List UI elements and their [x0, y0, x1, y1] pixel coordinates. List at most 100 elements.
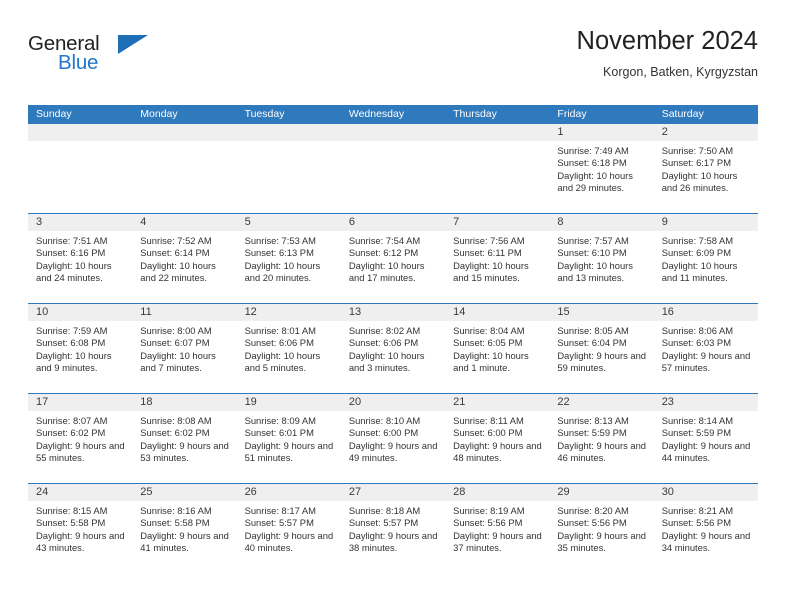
- day-details: Sunrise: 8:15 AM Sunset: 5:58 PM Daylight:…: [28, 501, 132, 555]
- daylight-text: Daylight: 10 hours and 17 minutes.: [348, 259, 425, 284]
- sunrise-text: Sunrise: 7:51 AM: [36, 235, 108, 246]
- day-details: Sunrise: 7:56 AM Sunset: 6:11 PM Daylight:…: [445, 231, 549, 285]
- calendar-day-cell[interactable]: 17 Sunrise: 8:07 AM Sunset: 6:02 PM Dayligh…: [28, 394, 133, 483]
- sunrise-text: Sunrise: 8:18 AM: [348, 505, 421, 516]
- sunset-text: Sunset: 6:00 PM: [453, 427, 523, 439]
- sunset-text: Sunset: 6:03 PM: [661, 337, 731, 349]
- day-details: Sunrise: 7:57 AM Sunset: 6:10 PM Daylight:…: [549, 231, 653, 285]
- sunset-text: Sunset: 6:11 PM: [453, 247, 522, 259]
- day-details: Sunrise: 8:17 AM Sunset: 5:57 PM Daylight:…: [237, 501, 341, 555]
- calendar-day-cell[interactable]: 1 Sunrise: 7:49 AM Sunset: 6:18 PM Daylight…: [549, 124, 654, 213]
- calendar-day-cell-empty: [28, 124, 133, 213]
- sunrise-text: Sunrise: 8:01 AM: [244, 325, 316, 336]
- sunrise-text: Sunrise: 7:50 AM: [661, 145, 734, 156]
- calendar-day-cell[interactable]: 30 Sunrise: 8:21 AM Sunset: 5:56 PM Dayligh…: [653, 484, 758, 573]
- sunrise-text: Sunrise: 8:13 AM: [557, 415, 629, 426]
- day-number: 1: [549, 124, 654, 141]
- calendar-day-cell[interactable]: 29 Sunrise: 8:20 AM Sunset: 5:56 PM Dayligh…: [549, 484, 654, 573]
- day-number: 23: [653, 394, 758, 411]
- calendar-day-cell[interactable]: 4 Sunrise: 7:52 AM Sunset: 6:14 PM Daylight…: [132, 214, 237, 303]
- calendar-day-cell[interactable]: 12 Sunrise: 8:01 AM Sunset: 6:06 PM Dayligh…: [236, 304, 341, 393]
- sunset-text: Sunset: 5:56 PM: [557, 517, 627, 529]
- calendar-day-cell[interactable]: 11 Sunrise: 8:00 AM Sunset: 6:07 PM Dayligh…: [132, 304, 237, 393]
- calendar-day-cell[interactable]: 20 Sunrise: 8:10 AM Sunset: 6:00 PM Dayligh…: [340, 394, 446, 483]
- sunset-text: Sunset: 6:06 PM: [244, 337, 314, 349]
- calendar-page: General Blue November 2024 Korgon, Batke…: [0, 0, 792, 612]
- daylight-text: Daylight: 9 hours and 40 minutes.: [244, 529, 334, 554]
- day-details: Sunrise: 8:13 AM Sunset: 5:59 PM Daylight:…: [549, 411, 653, 465]
- daylight-text: Daylight: 9 hours and 51 minutes.: [244, 439, 334, 464]
- sunrise-text: Sunrise: 8:05 AM: [557, 325, 629, 336]
- daylight-text: Daylight: 9 hours and 35 minutes.: [557, 529, 647, 554]
- sunrise-text: Sunrise: 8:04 AM: [453, 325, 525, 336]
- sunset-text: Sunset: 5:59 PM: [661, 427, 731, 439]
- calendar-day-cell-empty: [445, 124, 550, 213]
- calendar-day-cell[interactable]: 18 Sunrise: 8:08 AM Sunset: 6:02 PM Dayligh…: [132, 394, 237, 483]
- calendar-day-cell[interactable]: 13 Sunrise: 8:02 AM Sunset: 6:06 PM Dayligh…: [340, 304, 446, 393]
- day-number: [236, 124, 341, 141]
- calendar-day-cell[interactable]: 6 Sunrise: 7:54 AM Sunset: 6:12 PM Daylight…: [340, 214, 446, 303]
- sunrise-text: Sunrise: 8:02 AM: [348, 325, 421, 336]
- calendar-day-cell[interactable]: 7 Sunrise: 7:56 AM Sunset: 6:11 PM Daylight…: [445, 214, 550, 303]
- day-number: 16: [653, 304, 758, 321]
- calendar-day-cell[interactable]: 14 Sunrise: 8:04 AM Sunset: 6:05 PM Dayligh…: [445, 304, 550, 393]
- day-details: Sunrise: 7:51 AM Sunset: 6:16 PM Daylight:…: [28, 231, 132, 285]
- sunset-text: Sunset: 6:06 PM: [348, 337, 419, 349]
- brand-logo[interactable]: General Blue: [28, 32, 148, 78]
- calendar-day-cell[interactable]: 21 Sunrise: 8:11 AM Sunset: 6:00 PM Dayligh…: [445, 394, 550, 483]
- page-header: General Blue November 2024 Korgon, Batke…: [28, 26, 758, 98]
- day-details: Sunrise: 7:49 AM Sunset: 6:18 PM Daylight:…: [549, 141, 653, 195]
- day-details: Sunrise: 7:50 AM Sunset: 6:17 PM Daylight:…: [654, 141, 758, 195]
- calendar-day-cell[interactable]: 23 Sunrise: 8:14 AM Sunset: 5:59 PM Dayligh…: [653, 394, 758, 483]
- day-number: 24: [28, 484, 133, 501]
- sunset-text: Sunset: 6:17 PM: [661, 157, 731, 169]
- daylight-text: Daylight: 10 hours and 13 minutes.: [557, 259, 633, 284]
- day-number: 6: [340, 214, 446, 231]
- daylight-text: Daylight: 9 hours and 48 minutes.: [453, 439, 542, 464]
- day-details: Sunrise: 8:21 AM Sunset: 5:56 PM Daylight:…: [654, 501, 758, 555]
- sunrise-text: Sunrise: 8:14 AM: [661, 415, 734, 426]
- calendar-day-cell[interactable]: 28 Sunrise: 8:19 AM Sunset: 5:56 PM Dayligh…: [445, 484, 550, 573]
- day-details: Sunrise: 8:00 AM Sunset: 6:07 PM Daylight:…: [132, 321, 236, 375]
- calendar-day-cell[interactable]: 15 Sunrise: 8:05 AM Sunset: 6:04 PM Dayligh…: [549, 304, 654, 393]
- calendar-day-cell[interactable]: 5 Sunrise: 7:53 AM Sunset: 6:13 PM Daylight…: [236, 214, 341, 303]
- page-title: November 2024: [576, 27, 758, 55]
- sunset-text: Sunset: 5:57 PM: [348, 517, 419, 529]
- daylight-text: Daylight: 10 hours and 22 minutes.: [140, 259, 216, 284]
- daylight-text: Daylight: 9 hours and 46 minutes.: [557, 439, 647, 464]
- day-number: 9: [653, 214, 758, 231]
- sunset-text: Sunset: 6:13 PM: [244, 247, 314, 259]
- calendar-day-cell[interactable]: 19 Sunrise: 8:09 AM Sunset: 6:01 PM Dayligh…: [236, 394, 341, 483]
- daylight-text: Daylight: 10 hours and 15 minutes.: [453, 259, 529, 284]
- calendar-day-cell[interactable]: 3 Sunrise: 7:51 AM Sunset: 6:16 PM Daylight…: [28, 214, 133, 303]
- day-number: 19: [236, 394, 341, 411]
- calendar-day-cell[interactable]: 22 Sunrise: 8:13 AM Sunset: 5:59 PM Dayligh…: [549, 394, 654, 483]
- daylight-text: Daylight: 10 hours and 9 minutes.: [36, 349, 112, 374]
- calendar-day-cell[interactable]: 27 Sunrise: 8:18 AM Sunset: 5:57 PM Dayligh…: [340, 484, 446, 573]
- calendar-day-cell-empty: [236, 124, 341, 213]
- calendar-day-cell[interactable]: 26 Sunrise: 8:17 AM Sunset: 5:57 PM Dayligh…: [236, 484, 341, 573]
- day-details: Sunrise: 7:58 AM Sunset: 6:09 PM Daylight:…: [654, 231, 758, 285]
- day-details: Sunrise: 8:02 AM Sunset: 6:06 PM Daylight:…: [341, 321, 445, 375]
- calendar-day-cell[interactable]: 9 Sunrise: 7:58 AM Sunset: 6:09 PM Daylight…: [653, 214, 758, 303]
- sunrise-text: Sunrise: 8:00 AM: [140, 325, 212, 336]
- calendar-day-cell[interactable]: 24 Sunrise: 8:15 AM Sunset: 5:58 PM Dayligh…: [28, 484, 133, 573]
- sunset-text: Sunset: 6:09 PM: [661, 247, 731, 259]
- day-number: 17: [28, 394, 133, 411]
- calendar-day-cell[interactable]: 10 Sunrise: 7:59 AM Sunset: 6:08 PM Dayligh…: [28, 304, 133, 393]
- day-details: Sunrise: 8:06 AM Sunset: 6:03 PM Daylight:…: [654, 321, 758, 375]
- calendar-day-cell[interactable]: 16 Sunrise: 8:06 AM Sunset: 6:03 PM Dayligh…: [653, 304, 758, 393]
- calendar-day-cell[interactable]: 8 Sunrise: 7:57 AM Sunset: 6:10 PM Daylight…: [549, 214, 654, 303]
- calendar-week-row: 17 Sunrise: 8:07 AM Sunset: 6:02 PM Dayligh…: [28, 393, 758, 483]
- weekday-header-thursday: Thursday: [453, 108, 497, 120]
- sunrise-text: Sunrise: 7:56 AM: [453, 235, 525, 246]
- sunrise-text: Sunrise: 8:21 AM: [661, 505, 734, 516]
- calendar-day-cell[interactable]: 25 Sunrise: 8:16 AM Sunset: 5:58 PM Dayligh…: [132, 484, 237, 573]
- day-number: 20: [340, 394, 446, 411]
- day-number: 28: [445, 484, 550, 501]
- day-number: [28, 124, 133, 141]
- calendar-day-cell[interactable]: 2 Sunrise: 7:50 AM Sunset: 6:17 PM Daylight…: [653, 124, 758, 213]
- sunrise-text: Sunrise: 8:17 AM: [244, 505, 316, 516]
- sunrise-text: Sunrise: 7:54 AM: [348, 235, 421, 246]
- sunset-text: Sunset: 6:08 PM: [36, 337, 106, 349]
